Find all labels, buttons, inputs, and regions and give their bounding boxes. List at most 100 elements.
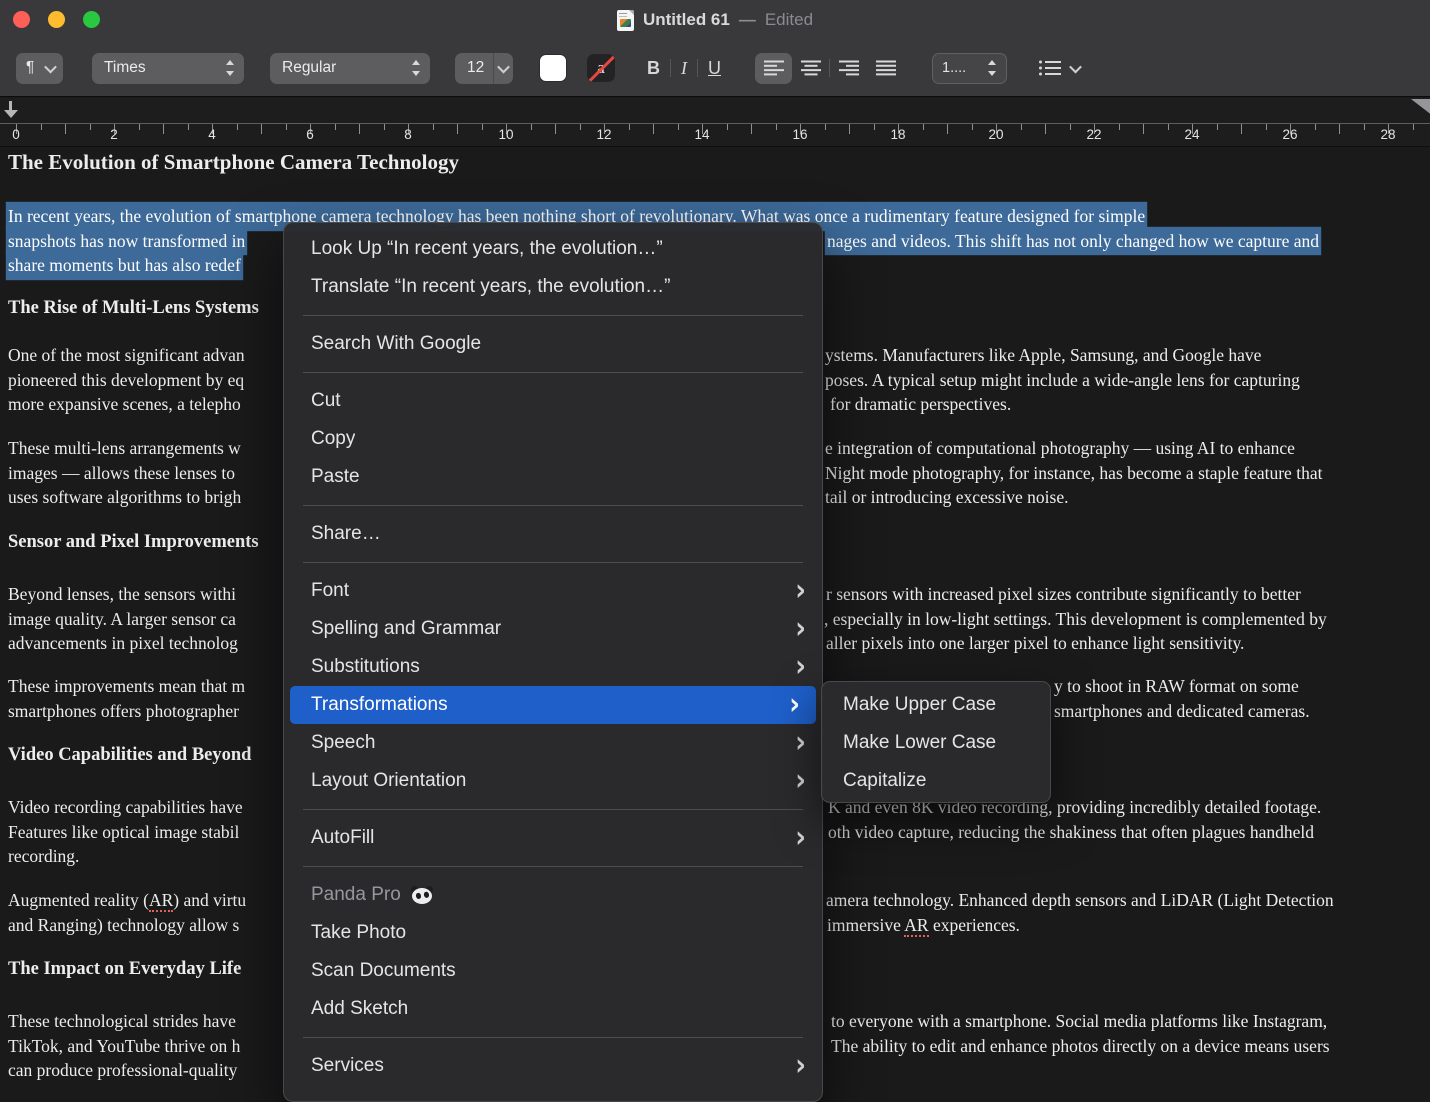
text-fragment: ystems. Manufacturers like Apple, Samsun… [825,345,1261,365]
menu-item-panda-pro: Panda Pro [284,876,822,914]
text-run: images — allows these lenses to [8,461,235,486]
text-fragment: and Ranging) technology allow s [8,915,239,935]
menu-item-label: Share… [311,523,381,545]
menu-separator [303,562,803,563]
chevron-right-icon: › [795,1046,806,1085]
submenu-item-label: Make Upper Case [843,694,996,716]
text-run: Augmented reality (AR) and virtu [8,888,246,913]
selected-text-run: share moments but has also redef [8,253,241,278]
text-fragment: One of the most significant advan [8,345,245,365]
text-fragment: to everyone with a smartphone. Social me… [831,1011,1327,1031]
submenu-item-make-lower-case[interactable]: Make Lower Case [822,724,1050,762]
text-fragment: Night mode photography, for instance, ha… [825,463,1322,483]
menu-separator [303,809,803,810]
text-fragment: Sensor and Pixel Improvements [8,532,259,552]
text-fragment: TikTok, and YouTube thrive on h [8,1036,240,1056]
text-fragment: The ability to edit and enhance photos d… [831,1036,1330,1056]
text-fragment: images — allows these lenses to [8,463,235,483]
text-run: y to shoot in RAW format on some [1054,674,1299,699]
chevron-right-icon: › [795,647,806,686]
menu-item-autofill[interactable]: AutoFill› [284,819,822,857]
chevron-right-icon: › [795,609,806,648]
menu-item-share[interactable]: Share… [284,515,822,553]
menu-item-substitutions[interactable]: Substitutions › [284,648,822,686]
text-fragment: for dramatic perspectives. [830,394,1011,414]
menu-item-look-up-in-recent-years-the-evolution[interactable]: Look Up “In recent years, the evolution…… [284,230,822,268]
menu-item-spelling-and-grammar[interactable]: Spelling and Grammar› [284,610,822,648]
menu-item-label: Panda Pro [311,884,401,906]
menu-item-label: Search With Google [311,333,481,355]
text-fragment: poses. A typical setup might include a w… [825,370,1300,390]
menu-item-add-sketch[interactable]: Add Sketch [284,990,822,1028]
menu-item-label: Transformations [311,694,448,716]
menu-separator [303,315,803,316]
text-fragment: r sensors with increased pixel sizes con… [826,584,1301,604]
menu-item-search-with-google[interactable]: Search With Google [284,325,822,363]
selected-text-run: nages and videos. This shift has not onl… [827,229,1319,254]
menu-item-label: Add Sketch [311,998,408,1020]
text-run: smartphones offers photographer [8,699,239,724]
text-run: poses. A typical setup might include a w… [825,368,1300,393]
text-fragment: Features like optical image stabil [8,822,239,842]
text-run: , especially in low-light settings. This… [824,607,1327,632]
text-run: recording. [8,844,79,869]
text-fragment: These improvements mean that m [8,676,245,696]
text-run: oth video capture, reducing the shakines… [828,820,1314,845]
text-run: Beyond lenses, the sensors withi [8,582,236,607]
text-fragment: e integration of computational photograp… [825,438,1295,458]
submenu-item-capitalize[interactable]: Capitalize [822,762,1050,800]
menu-separator [303,866,803,867]
menu-separator [303,505,803,506]
text-run: Video Capabilities and Beyond [8,743,251,768]
selected-text-run: snapshots has now transformed in [8,229,245,254]
submenu-item-label: Capitalize [843,770,926,792]
text-fragment: These multi-lens arrangements w [8,438,241,458]
menu-separator [303,1037,803,1038]
menu-item-paste[interactable]: Paste [284,458,822,496]
menu-item-scan-documents[interactable]: Scan Documents [284,952,822,990]
submenu-item-label: Make Lower Case [843,732,996,754]
menu-item-label: Substitutions [311,656,420,678]
menu-item-services[interactable]: Services › [284,1047,822,1085]
menu-item-layout-orientation[interactable]: Layout Orientation› [284,762,822,800]
text-run: more expansive scenes, a telepho [8,392,241,417]
text-fragment: more expansive scenes, a telepho [8,394,241,414]
menu-item-label: Services [311,1055,384,1077]
text-fragment: The Rise of Multi-Lens Systems [8,298,259,318]
text-run: The Evolution of Smartphone Camera Techn… [8,150,459,175]
text-fragment: These technological strides have [8,1011,236,1031]
menu-item-speech[interactable]: Speech› [284,724,822,762]
menu-item-translate-in-recent-years-the-evolution[interactable]: Translate “In recent years, the evolutio… [284,268,822,306]
menu-item-label: Translate “In recent years, the evolutio… [311,276,670,298]
menu-item-font[interactable]: Font› [284,572,822,610]
text-fragment: Video recording capabilities have [8,797,243,817]
text-run: ystems. Manufacturers like Apple, Samsun… [825,343,1261,368]
menu-item-label: Scan Documents [311,960,456,982]
text-run: Night mode photography, for instance, ha… [825,461,1322,486]
submenu-item-make-upper-case[interactable]: Make Upper Case [822,686,1050,724]
menu-item-label: Layout Orientation [311,770,466,792]
text-run: r sensors with increased pixel sizes con… [826,582,1301,607]
text-fragment: pioneered this development by eq [8,370,244,390]
text-fragment: experiences. [929,915,1020,935]
menu-item-transformations[interactable]: Transformations› [290,686,816,724]
menu-item-cut[interactable]: Cut [284,382,822,420]
text-fragment: nages and videos. This shift has not onl… [827,231,1319,251]
text-fragment: aller pixels into one larger pixel to en… [826,633,1244,653]
text-run: immersive AR experiences. [827,913,1020,938]
text-run: uses software algorithms to brigh [8,485,241,510]
text-fragment: , especially in low-light settings. This… [824,609,1327,629]
text-run: These multi-lens arrangements w [8,436,241,461]
text-fragment: oth video capture, reducing the shakines… [828,822,1314,842]
menu-item-label: Speech [311,732,375,754]
menu-item-take-photo[interactable]: Take Photo [284,914,822,952]
menu-item-copy[interactable]: Copy [284,420,822,458]
menu-item-label: Font [311,580,349,602]
text-fragment: advancements in pixel technolog [8,633,238,653]
text-fragment: share moments but has also redef [8,255,241,275]
text-fragment: Augmented reality ( [8,890,149,910]
misspelled-word: AR [904,915,928,937]
text-fragment: smartphones offers photographer [8,701,239,721]
text-run: These improvements mean that m [8,674,245,699]
text-run: and Ranging) technology allow s [8,913,239,938]
